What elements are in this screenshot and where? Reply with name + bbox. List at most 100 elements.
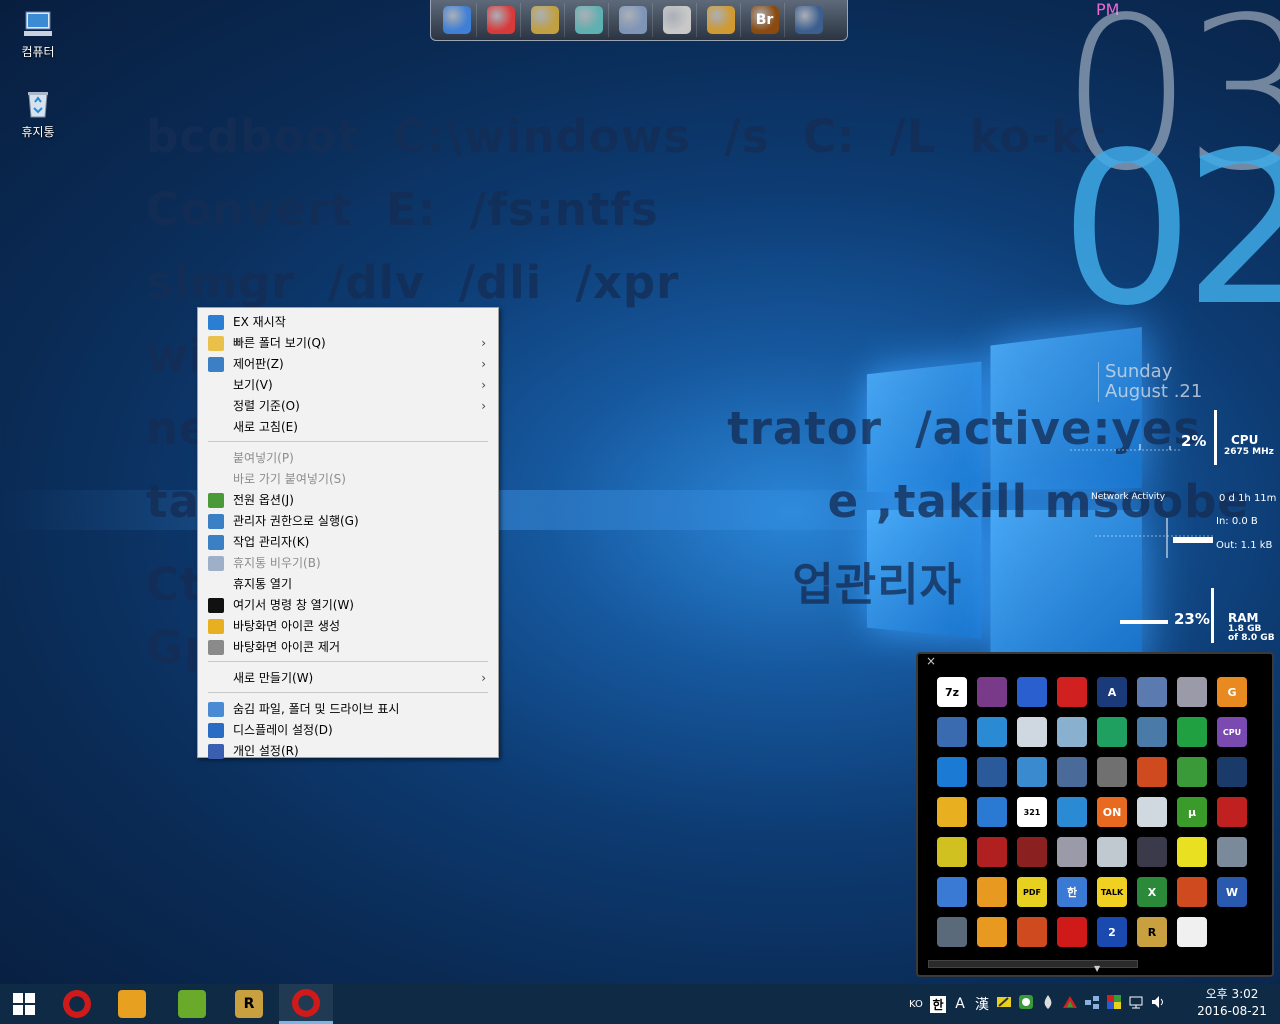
launcher-item[interactable]	[1172, 832, 1212, 872]
launcher-item[interactable]	[972, 872, 1012, 912]
context-menu-item[interactable]: 새로 만들기(W) ›	[198, 668, 498, 689]
launcher-item[interactable]	[1052, 672, 1092, 712]
dock-item[interactable]	[437, 3, 477, 37]
context-menu-item[interactable]: 숨김 파일, 폴더 및 드라이브 표시	[198, 699, 498, 720]
taskbar-app-button[interactable]	[105, 984, 159, 1024]
context-menu-item[interactable]: 여기서 명령 창 열기(W)	[198, 595, 498, 616]
context-menu-item[interactable]: 개인 설정(R)	[198, 741, 498, 762]
launcher-item[interactable]: G	[1212, 672, 1252, 712]
context-menu-item[interactable]: 새로 고침(E)	[198, 417, 498, 438]
language-indicator[interactable]: KO	[908, 999, 924, 1010]
dock-item[interactable]	[613, 3, 653, 37]
launcher-item[interactable]: PDF	[1012, 872, 1052, 912]
launcher-item[interactable]: 7z	[932, 672, 972, 712]
launcher-item[interactable]	[1212, 832, 1252, 872]
context-menu-item[interactable]: 제어판(Z) ›	[198, 354, 498, 375]
dock-item[interactable]: Br	[745, 3, 785, 37]
wired-network-icon[interactable]	[1128, 994, 1144, 1014]
launcher-item[interactable]	[1012, 912, 1052, 952]
taskbar-app-button[interactable]	[279, 984, 333, 1024]
taskbar-app-button[interactable]	[50, 984, 104, 1024]
launcher-item[interactable]	[1132, 712, 1172, 752]
context-menu-item[interactable]: 정렬 기준(O) ›	[198, 396, 498, 417]
dock-item[interactable]	[701, 3, 741, 37]
green-app-tray-icon[interactable]	[1018, 994, 1034, 1014]
dock-item[interactable]	[569, 3, 609, 37]
launcher-item[interactable]	[972, 912, 1012, 952]
context-menu-item[interactable]: 휴지통 열기	[198, 574, 498, 595]
launcher-item[interactable]	[1012, 672, 1052, 712]
taskbar-app-button[interactable]	[165, 984, 219, 1024]
launcher-item[interactable]	[1132, 672, 1172, 712]
launcher-item[interactable]: ON	[1092, 792, 1132, 832]
launcher-item[interactable]	[972, 792, 1012, 832]
context-menu-item[interactable]: 빠른 폴더 보기(Q) ›	[198, 333, 498, 354]
launcher-item[interactable]	[972, 672, 1012, 712]
drop-tray-icon[interactable]	[1040, 994, 1056, 1014]
launcher-item[interactable]	[932, 792, 972, 832]
color-tray-icon[interactable]	[1106, 994, 1122, 1014]
launcher-item[interactable]	[1172, 672, 1212, 712]
launcher-item[interactable]	[972, 712, 1012, 752]
desktop-icon-computer[interactable]: 컴퓨터	[10, 8, 66, 60]
triangle-tray-icon[interactable]	[1062, 994, 1078, 1014]
launcher-item[interactable]: CPU	[1212, 712, 1252, 752]
dock-item[interactable]	[789, 3, 829, 37]
launcher-item[interactable]	[972, 752, 1012, 792]
launcher-item[interactable]: TALK	[1092, 872, 1132, 912]
taskbar-app-button[interactable]: R	[222, 984, 276, 1024]
launcher-item[interactable]	[932, 832, 972, 872]
context-menu-item[interactable]: 전원 옵션(J)	[198, 490, 498, 511]
launcher-item[interactable]	[932, 752, 972, 792]
launcher-item[interactable]: 한	[1052, 872, 1092, 912]
launcher-item[interactable]	[972, 832, 1012, 872]
launcher-item[interactable]	[932, 872, 972, 912]
launcher-item[interactable]	[932, 912, 972, 952]
start-button[interactable]	[0, 984, 48, 1024]
ime-hanja-indicator[interactable]: 漢	[974, 994, 990, 1014]
launcher-item[interactable]: 2	[1092, 912, 1132, 952]
dock-item[interactable]	[481, 3, 521, 37]
context-menu-item[interactable]: EX 재시작	[198, 312, 498, 333]
ime-mode-indicator[interactable]: 한	[930, 995, 946, 1013]
network-tray-icon[interactable]	[1084, 994, 1100, 1014]
launcher-item[interactable]	[932, 712, 972, 752]
launcher-item[interactable]	[1172, 912, 1212, 952]
launcher-item[interactable]: A	[1092, 672, 1132, 712]
pen-pad-icon[interactable]	[996, 994, 1012, 1014]
launcher-item[interactable]	[1012, 832, 1052, 872]
launcher-item[interactable]: R	[1132, 912, 1172, 952]
context-menu-item[interactable]: 바탕화면 아이콘 제거	[198, 637, 498, 658]
context-menu-item[interactable]: 보기(V) ›	[198, 375, 498, 396]
launcher-item[interactable]	[1052, 912, 1092, 952]
launcher-item[interactable]: W	[1212, 872, 1252, 912]
context-menu-item[interactable]: 디스플레이 설정(D)	[198, 720, 498, 741]
launcher-close-button[interactable]: ×	[926, 654, 936, 668]
launcher-item[interactable]	[1092, 752, 1132, 792]
taskbar-clock[interactable]: 오후 3:02 2016-08-21	[1190, 986, 1274, 1020]
launcher-item[interactable]	[1052, 792, 1092, 832]
launcher-item[interactable]	[1212, 752, 1252, 792]
launcher-item[interactable]	[1172, 712, 1212, 752]
launcher-item[interactable]	[1052, 752, 1092, 792]
launcher-item[interactable]	[1172, 872, 1212, 912]
ime-a-indicator[interactable]: A	[952, 996, 968, 1012]
launcher-item[interactable]	[1132, 752, 1172, 792]
volume-icon[interactable]	[1150, 994, 1166, 1014]
launcher-item[interactable]: 321	[1012, 792, 1052, 832]
launcher-item[interactable]	[1212, 792, 1252, 832]
launcher-item[interactable]: µ	[1172, 792, 1212, 832]
desktop-icon-recycle-bin[interactable]: 휴지통	[10, 88, 66, 140]
dock-item[interactable]	[657, 3, 697, 37]
launcher-item[interactable]	[1132, 792, 1172, 832]
launcher-item[interactable]	[1172, 752, 1212, 792]
dock-item[interactable]	[525, 3, 565, 37]
launcher-item[interactable]: X	[1132, 872, 1172, 912]
launcher-item[interactable]	[1132, 832, 1172, 872]
chevron-down-icon[interactable]: ▼	[1094, 964, 1100, 973]
launcher-item[interactable]	[1012, 752, 1052, 792]
launcher-item[interactable]	[1052, 832, 1092, 872]
context-menu-item[interactable]: 관리자 권한으로 실행(G)	[198, 511, 498, 532]
context-menu-item[interactable]: 작업 관리자(K)	[198, 532, 498, 553]
launcher-item[interactable]	[1012, 712, 1052, 752]
